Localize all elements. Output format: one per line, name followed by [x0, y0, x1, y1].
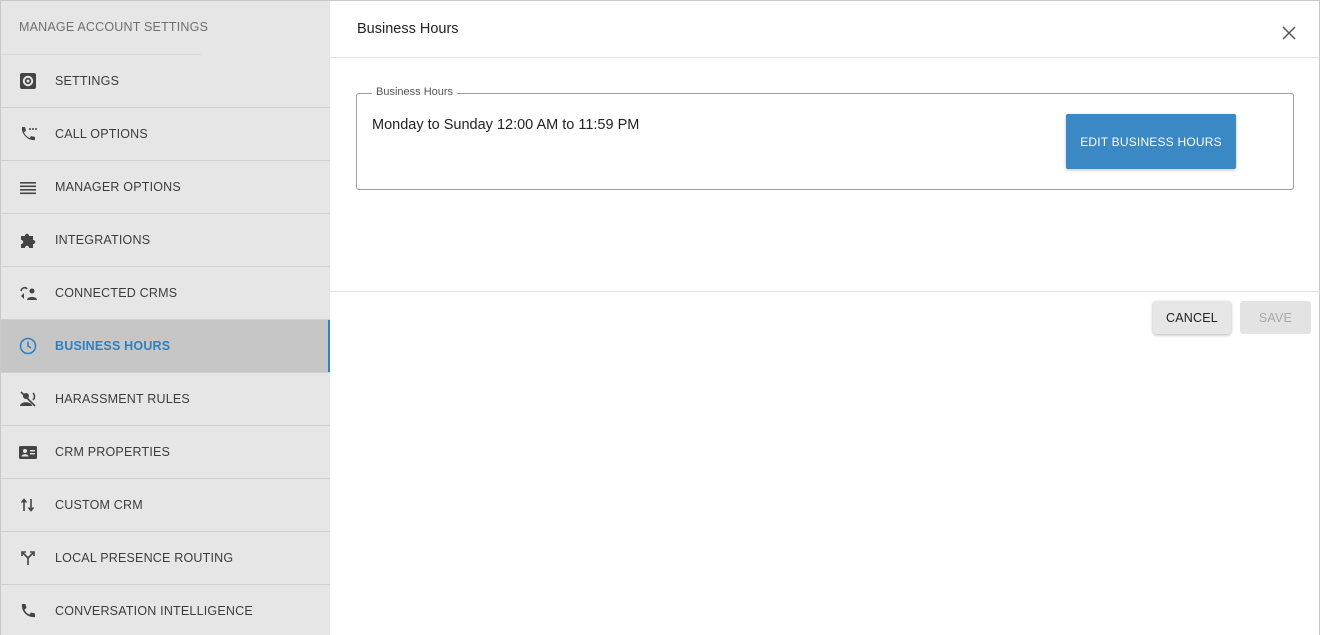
business-hours-fieldset: Business Hours Monday to Sunday 12:00 AM… — [356, 86, 1294, 190]
sidebar-title: MANAGE ACCOUNT SETTINGS — [1, 1, 330, 55]
fieldset-legend: Business Hours — [372, 86, 458, 98]
connected-crm-icon — [1, 283, 55, 303]
phone-dots-icon — [1, 124, 55, 144]
sidebar-item-label: CALL OPTIONS — [55, 127, 148, 141]
sidebar-item-label: SETTINGS — [55, 74, 120, 88]
sidebar-item-label: CRM PROPERTIES — [55, 445, 171, 459]
puzzle-icon — [1, 230, 55, 250]
sidebar-item-label: HARASSMENT RULES — [55, 392, 190, 406]
sidebar-item-harassment-rules[interactable]: HARASSMENT RULES — [1, 373, 330, 426]
sidebar-item-manager-options[interactable]: MANAGER OPTIONS — [1, 161, 330, 214]
cancel-button[interactable]: CANCEL — [1153, 301, 1231, 334]
sidebar-item-call-options[interactable]: CALL OPTIONS — [1, 108, 330, 161]
sidebar-item-label: CUSTOM CRM — [55, 498, 143, 512]
settings-sidebar: MANAGE ACCOUNT SETTINGS SETTINGS CALL OP… — [0, 0, 330, 635]
business-hours-summary: Monday to Sunday 12:00 AM to 11:59 PM — [372, 117, 640, 133]
sidebar-item-conversation-intelligence[interactable]: CONVERSATION INTELLIGENCE — [1, 585, 330, 635]
sidebar-item-label: CONVERSATION INTELLIGENCE — [55, 604, 253, 618]
sidebar-item-label: INTEGRATIONS — [55, 233, 151, 247]
sidebar-item-local-presence-routing[interactable]: LOCAL PRESENCE ROUTING — [1, 532, 330, 585]
call-split-icon — [1, 548, 55, 568]
footer-divider — [330, 291, 1320, 292]
menu-lines-icon — [1, 177, 55, 197]
sidebar-item-label: BUSINESS HOURS — [55, 339, 171, 353]
sidebar-item-label: LOCAL PRESENCE ROUTING — [55, 551, 234, 565]
sidebar-item-business-hours[interactable]: BUSINESS HOURS — [1, 320, 330, 373]
close-icon[interactable] — [1281, 25, 1297, 41]
sidebar-item-crm-properties[interactable]: CRM PROPERTIES — [1, 426, 330, 479]
sidebar-item-custom-crm[interactable]: CUSTOM CRM — [1, 479, 330, 532]
gear-square-icon — [1, 71, 55, 91]
sidebar-item-connected-crms[interactable]: CONNECTED CRMS — [1, 267, 330, 320]
sidebar-item-label: MANAGER OPTIONS — [55, 180, 181, 194]
sidebar-item-label: CONNECTED CRMS — [55, 286, 178, 300]
swap-vertical-icon — [1, 495, 55, 515]
sidebar-item-integrations[interactable]: INTEGRATIONS — [1, 214, 330, 267]
business-hours-panel: Business Hours Business Hours Monday to … — [330, 0, 1320, 635]
page-title: Business Hours — [357, 21, 459, 37]
voice-off-icon — [1, 389, 55, 409]
contact-card-icon — [1, 442, 55, 462]
phone-icon — [1, 601, 55, 621]
save-button[interactable]: SAVE — [1240, 301, 1311, 334]
sidebar-item-settings[interactable]: SETTINGS — [1, 55, 330, 108]
clock-icon — [1, 336, 55, 356]
panel-header: Business Hours — [330, 1, 1319, 58]
edit-business-hours-button[interactable]: EDIT BUSINESS HOURS — [1066, 114, 1236, 169]
